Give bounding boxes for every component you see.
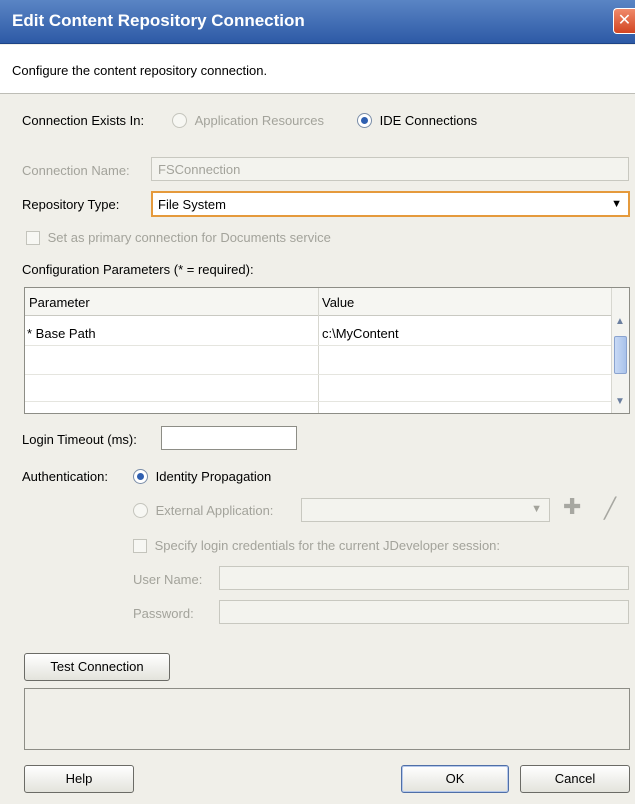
- authentication-label: Authentication:: [22, 469, 109, 484]
- dialog-titlebar: Edit Content Repository Connection ✕: [0, 0, 635, 44]
- radio-ide-connections[interactable]: IDE Connections: [357, 113, 477, 128]
- table-cell-parameter[interactable]: * Base Path: [27, 326, 96, 341]
- radio-button[interactable]: [133, 469, 148, 484]
- row-divider: [25, 345, 611, 346]
- user-name-label: User Name:: [133, 572, 203, 587]
- repository-type-value: File System: [158, 197, 226, 212]
- dialog-title: Edit Content Repository Connection: [12, 11, 305, 30]
- primary-connection-checkbox: [26, 231, 40, 245]
- connection-name-field: FSConnection: [151, 157, 629, 181]
- primary-connection-checkbox-row: Set as primary connection for Documents …: [26, 230, 331, 245]
- plus-icon: ✚: [563, 494, 582, 519]
- user-name-field: [219, 566, 629, 590]
- test-connection-button[interactable]: Test Connection: [24, 653, 170, 681]
- radio-identity-propagation[interactable]: Identity Propagation: [133, 469, 271, 484]
- radio-label: Identity Propagation: [155, 469, 272, 484]
- column-header-parameter[interactable]: Parameter: [29, 295, 90, 310]
- column-separator: [318, 288, 319, 413]
- radio-application-resources: Application Resources: [172, 113, 324, 128]
- dropdown-arrow-icon[interactable]: ▼: [611, 198, 622, 210]
- radio-button: [172, 113, 187, 128]
- row-divider: [25, 401, 611, 402]
- password-field: [219, 600, 629, 624]
- config-params-table: Parameter Value * Base Path c:\MyContent…: [24, 287, 630, 414]
- cancel-button[interactable]: Cancel: [520, 765, 630, 793]
- primary-connection-label: Set as primary connection for Documents …: [47, 230, 331, 245]
- connection-name-value: FSConnection: [158, 162, 241, 177]
- login-timeout-input[interactable]: [161, 426, 297, 450]
- connection-exists-label: Connection Exists In:: [22, 113, 145, 128]
- radio-button[interactable]: [357, 113, 372, 128]
- radio-label: External Application:: [155, 503, 274, 518]
- radio-button: [133, 503, 148, 518]
- password-label: Password:: [133, 606, 194, 621]
- config-params-label: Configuration Parameters (* = required):: [22, 262, 254, 277]
- row-divider: [25, 374, 611, 375]
- table-scrollbar[interactable]: ▲ ▼: [611, 288, 629, 413]
- specify-credentials-checkbox-row: Specify login credentials for the curren…: [133, 538, 500, 553]
- help-button[interactable]: Help: [24, 765, 134, 793]
- dialog-header: Configure the content repository connect…: [0, 45, 635, 94]
- repository-type-label: Repository Type:: [22, 197, 120, 212]
- close-icon[interactable]: ✕: [613, 8, 635, 34]
- specify-credentials-checkbox: [133, 539, 147, 553]
- specify-credentials-label: Specify login credentials for the curren…: [154, 538, 501, 553]
- radio-label: Application Resources: [194, 113, 324, 128]
- ok-button[interactable]: OK: [401, 765, 509, 793]
- connection-status-area: [24, 688, 630, 750]
- connection-name-label: Connection Name:: [22, 163, 130, 178]
- repository-type-select[interactable]: File System ▼: [151, 191, 630, 217]
- dialog-subtitle: Configure the content repository connect…: [12, 63, 268, 78]
- external-application-select: ▼: [301, 498, 550, 522]
- radio-label: IDE Connections: [379, 113, 478, 128]
- scroll-thumb[interactable]: [614, 336, 627, 374]
- pencil-icon: ╱: [604, 498, 617, 520]
- table-cell-value[interactable]: c:\MyContent: [322, 326, 399, 341]
- radio-external-application: External Application:: [133, 503, 273, 518]
- scroll-up-icon[interactable]: ▲: [615, 316, 625, 327]
- login-timeout-label: Login Timeout (ms):: [22, 432, 137, 447]
- scroll-down-icon[interactable]: ▼: [615, 396, 625, 407]
- column-header-value[interactable]: Value: [322, 295, 354, 310]
- dropdown-arrow-icon: ▼: [531, 503, 542, 515]
